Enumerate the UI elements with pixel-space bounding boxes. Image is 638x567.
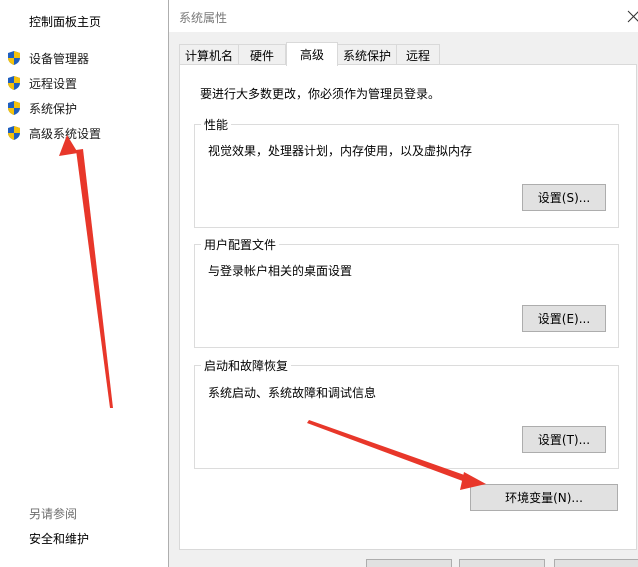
security-maintenance-link[interactable]: 安全和维护 bbox=[29, 530, 89, 547]
group-title: 启动和故障恢复 bbox=[201, 357, 292, 374]
performance-settings-button[interactable]: 设置(S)... bbox=[522, 184, 606, 211]
sidebar-item-label: 系统保护 bbox=[29, 101, 78, 116]
sidebar-item-system-protection[interactable]: 系统保护 bbox=[6, 98, 77, 118]
tab-advanced[interactable]: 高级 bbox=[286, 42, 338, 66]
performance-group: 性能 视觉效果，处理器计划，内存使用，以及虚拟内存 设置(S)... bbox=[194, 116, 619, 228]
see-also-heading: 另请参阅 bbox=[29, 507, 78, 521]
close-icon[interactable] bbox=[625, 4, 638, 26]
control-panel-home-link[interactable]: 控制面板主页 bbox=[29, 13, 101, 30]
group-description: 与登录帐户相关的桌面设置 bbox=[208, 264, 353, 278]
user-profiles-group: 用户配置文件 与登录帐户相关的桌面设置 设置(E)... bbox=[194, 236, 619, 348]
apply-button[interactable] bbox=[554, 559, 638, 567]
sidebar-item-label: 远程设置 bbox=[29, 76, 78, 91]
sidebar-item-label: 高级系统设置 bbox=[29, 126, 102, 141]
ok-button[interactable] bbox=[366, 559, 452, 567]
group-title: 用户配置文件 bbox=[201, 236, 280, 253]
group-title: 性能 bbox=[201, 116, 232, 133]
tab-system-protection[interactable]: 系统保护 bbox=[337, 44, 397, 65]
tab-computer-name[interactable]: 计算机名 bbox=[179, 44, 239, 65]
dialog-titlebar[interactable]: 系统属性 bbox=[169, 0, 638, 32]
shield-icon bbox=[8, 51, 20, 65]
sidebar-item-remote-settings[interactable]: 远程设置 bbox=[6, 73, 77, 93]
shield-icon bbox=[8, 101, 20, 115]
environment-variables-button[interactable]: 环境变量(N)... bbox=[470, 484, 618, 511]
startup-recovery-group: 启动和故障恢复 系统启动、系统故障和调试信息 设置(T)... bbox=[194, 357, 619, 469]
user-profiles-settings-button[interactable]: 设置(E)... bbox=[522, 305, 606, 332]
shield-icon bbox=[8, 126, 20, 140]
system-properties-dialog: 系统属性 计算机名 硬件 高级 系统保护 远程 要进行大多数更改，你必须作为管理… bbox=[168, 0, 638, 567]
dialog-title: 系统属性 bbox=[179, 11, 228, 25]
startup-recovery-settings-button[interactable]: 设置(T)... bbox=[522, 426, 606, 453]
sidebar-item-label: 设备管理器 bbox=[29, 51, 90, 66]
group-description: 系统启动、系统故障和调试信息 bbox=[208, 386, 377, 400]
group-description: 视觉效果，处理器计划，内存使用，以及虚拟内存 bbox=[208, 144, 473, 158]
shield-icon bbox=[8, 76, 20, 90]
cancel-button[interactable] bbox=[459, 559, 545, 567]
sidebar-item-advanced-system-settings[interactable]: 高级系统设置 bbox=[6, 123, 101, 143]
control-panel-sidebar: 控制面板主页 设备管理器 远程设置 系统保护 高级系统设置 另请参阅 安全和维护 bbox=[0, 0, 168, 567]
tab-hardware[interactable]: 硬件 bbox=[238, 44, 286, 65]
advanced-tab-panel: 要进行大多数更改，你必须作为管理员登录。 性能 视觉效果，处理器计划，内存使用，… bbox=[179, 64, 637, 550]
admin-required-note: 要进行大多数更改，你必须作为管理员登录。 bbox=[200, 87, 441, 101]
tab-remote[interactable]: 远程 bbox=[396, 44, 440, 65]
sidebar-item-device-manager[interactable]: 设备管理器 bbox=[6, 48, 89, 68]
